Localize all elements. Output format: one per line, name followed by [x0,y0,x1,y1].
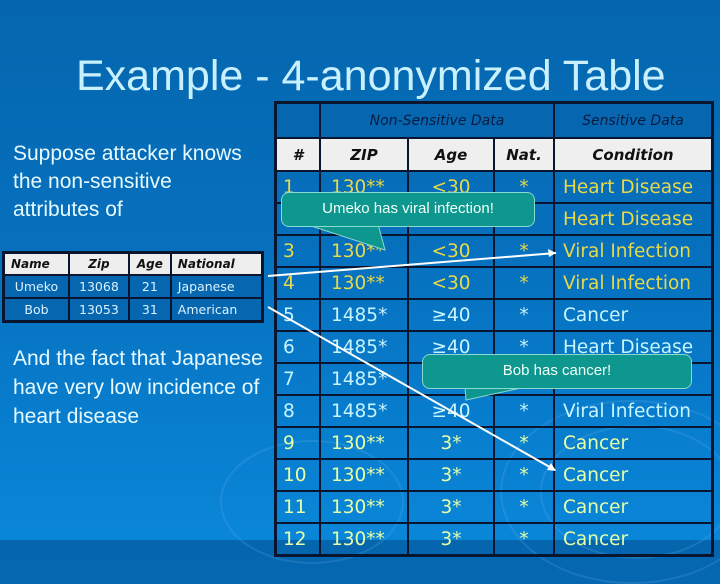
table-row: 11 130** 3* * Cancer [274,490,714,524]
cell-number: 10 [274,458,321,492]
cell-zip: 13053 [67,297,130,323]
cell-nationality: * [493,490,555,524]
cell-zip: 1485* [319,298,409,332]
cell-age: 3* [407,458,495,492]
table-row: 5 1485* ≥40 * Cancer [274,298,714,332]
cell-condition: Viral Infection [553,394,714,428]
cell-number: 8 [274,394,321,428]
table-row: Umeko 13068 21 Japanese [2,274,264,299]
cell-nationality: * [493,266,555,300]
cell-number: 4 [274,266,321,300]
header-number: # [274,137,321,172]
known-table-header-row: Name Zip Age National [2,251,264,276]
cell-number: 9 [274,426,321,460]
cell-zip: 13068 [67,274,130,299]
known-header-age: Age [127,251,172,276]
cell-age: ≥40 [407,298,495,332]
cell-zip: 130** [319,426,409,460]
group-header-row: Non-Sensitive Data Sensitive Data [274,101,714,139]
table-row: 3 130** <30 * Viral Infection [274,234,714,268]
group-header-sensitive: Sensitive Data [553,101,714,139]
anonymized-table: Non-Sensitive Data Sensitive Data # ZIP … [274,101,714,557]
table-row: 12 130** 3* * Cancer [274,522,714,557]
known-header-national: National [169,251,264,276]
slide-title: Example - 4-anonymized Table [76,52,666,100]
cell-nationality: * [493,394,555,428]
cell-zip: 130** [319,266,409,300]
cell-name: Bob [2,297,70,323]
cell-zip: 130** [319,490,409,524]
cell-zip: 1485* [319,362,409,396]
cell-condition: Viral Infection [553,234,714,268]
column-header-row: # ZIP Age Nat. Condition [274,137,714,172]
cell-name: Umeko [2,274,70,299]
cell-number: 7 [274,362,321,396]
cell-zip: 130** [319,458,409,492]
cell-condition: Heart Disease [553,170,714,204]
table-row: 9 130** 3* * Cancer [274,426,714,460]
cell-age: 3* [407,426,495,460]
cell-nationality: * [493,458,555,492]
group-header-non-sensitive: Non-Sensitive Data [319,101,555,139]
cell-national: Japanese [169,274,264,299]
cell-zip: 130** [319,522,409,557]
cell-zip: 1485* [319,394,409,428]
cell-age: <30 [407,266,495,300]
cell-age: ≥40 [407,394,495,428]
cell-number: 11 [274,490,321,524]
table-row: 8 1485* ≥40 * Viral Infection [274,394,714,428]
fact-text: And the fact that Japanese have very low… [13,347,263,428]
known-attributes-table: Name Zip Age National Umeko 13068 21 Jap… [2,251,264,323]
cell-condition: Viral Infection [553,266,714,300]
cell-condition: Cancer [553,522,714,557]
header-nationality: Nat. [493,137,555,172]
cell-age: 3* [407,490,495,524]
cell-zip: 1485* [319,330,409,364]
cell-nationality: * [493,234,555,268]
known-header-zip: Zip [67,251,130,276]
cell-age: 3* [407,522,495,557]
cell-age: 21 [127,274,172,299]
cell-number: 3 [274,234,321,268]
cell-age: <30 [407,234,495,268]
cell-condition: Cancer [553,426,714,460]
header-age: Age [407,137,495,172]
table-row: 10 130** 3* * Cancer [274,458,714,492]
header-zip: ZIP [319,137,409,172]
cell-nationality: * [493,426,555,460]
cell-nationality: * [493,522,555,557]
table-row: 4 130** <30 * Viral Infection [274,266,714,300]
group-header-blank [274,101,321,139]
cell-condition: Cancer [553,490,714,524]
cell-condition: Cancer [553,298,714,332]
cell-number: 5 [274,298,321,332]
intro-text: Suppose attacker knows the non-sensitive… [13,142,242,221]
cell-number: 6 [274,330,321,364]
cell-nationality: * [493,298,555,332]
cell-zip: 130** [319,234,409,268]
cell-national: American [169,297,264,323]
header-condition: Condition [553,137,714,172]
known-header-name: Name [2,251,70,276]
cell-age: 31 [127,297,172,323]
callout-umeko: Umeko has viral infection! [281,192,535,227]
callout-bob: Bob has cancer! [422,354,692,389]
table-row: Bob 13053 31 American [2,297,264,323]
cell-number: 12 [274,522,321,557]
cell-condition: Cancer [553,458,714,492]
cell-condition: Heart Disease [553,202,714,236]
